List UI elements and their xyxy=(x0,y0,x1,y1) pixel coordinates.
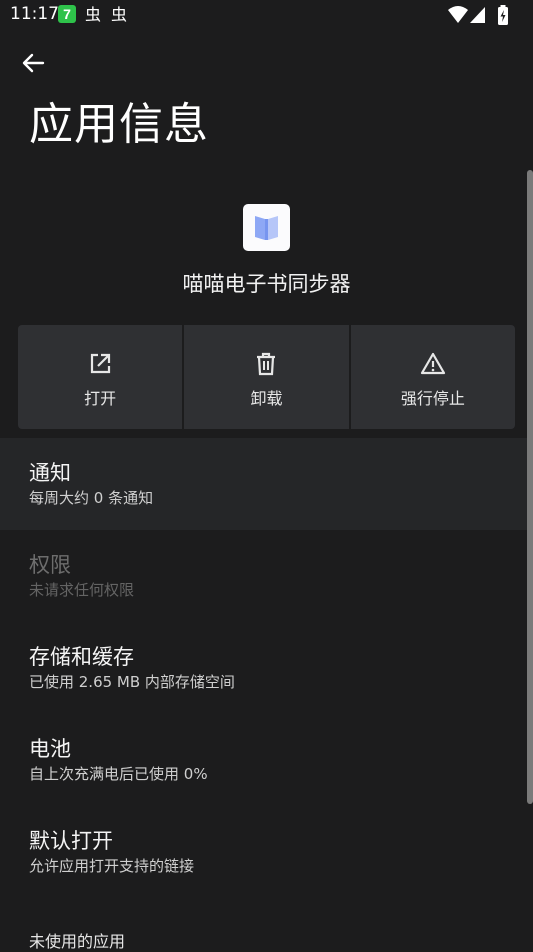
app-notification-icon: 7 xyxy=(58,5,76,23)
battery-item[interactable]: 电池 自上次充满电后已使用 0% xyxy=(0,714,527,806)
unused-apps-section-title: 未使用的应用 xyxy=(29,932,126,951)
uninstall-button[interactable]: 卸载 xyxy=(184,325,349,429)
svg-text:7: 7 xyxy=(63,6,71,22)
permissions-item[interactable]: 权限 未请求任何权限 xyxy=(0,530,527,622)
settings-list: 通知 每周大约 0 条通知 权限 未请求任何权限 存储和缓存 已使用 2.65 … xyxy=(0,438,527,898)
open-external-icon xyxy=(91,353,111,374)
app-icon xyxy=(243,204,290,251)
storage-title: 存储和缓存 xyxy=(29,645,134,669)
warning-icon xyxy=(420,352,445,375)
storage-item[interactable]: 存储和缓存 已使用 2.65 MB 内部存储空间 xyxy=(0,622,527,714)
svg-text:虫: 虫 xyxy=(111,5,127,23)
status-bar: 11:17 7 虫 虫 xyxy=(0,0,533,30)
action-buttons: 打开 卸载 强行停止 xyxy=(18,325,515,429)
status-time: 11:17 xyxy=(10,4,59,24)
uninstall-button-label: 卸载 xyxy=(250,389,283,408)
bug-icon: 虫 xyxy=(110,5,128,24)
force-stop-button[interactable]: 强行停止 xyxy=(350,325,515,429)
battery-subtitle: 自上次充满电后已使用 0% xyxy=(29,765,208,783)
storage-subtitle: 已使用 2.65 MB 内部存储空间 xyxy=(29,673,235,691)
permissions-subtitle: 未请求任何权限 xyxy=(29,581,135,599)
notifications-title: 通知 xyxy=(29,461,71,485)
notifications-item[interactable]: 通知 每周大约 0 条通知 xyxy=(0,438,527,530)
notifications-subtitle: 每周大约 0 条通知 xyxy=(29,489,154,507)
bug-icon: 虫 xyxy=(84,5,102,24)
book-icon xyxy=(255,216,278,240)
open-by-default-title: 默认打开 xyxy=(29,829,113,853)
open-button-label: 打开 xyxy=(84,389,117,408)
open-button[interactable]: 打开 xyxy=(18,325,183,429)
battery-charging-icon xyxy=(498,5,508,25)
trash-icon xyxy=(257,352,276,376)
open-by-default-item[interactable]: 默认打开 允许应用打开支持的链接 xyxy=(0,806,527,898)
scrollbar[interactable] xyxy=(527,170,533,804)
force-stop-button-label: 强行停止 xyxy=(400,389,465,408)
wifi-icon xyxy=(448,6,468,23)
app-name: 喵喵电子书同步器 xyxy=(182,272,351,296)
battery-title: 电池 xyxy=(29,737,71,761)
open-by-default-subtitle: 允许应用打开支持的链接 xyxy=(29,857,195,875)
page-title: 应用信息 xyxy=(29,99,209,150)
svg-text:虫: 虫 xyxy=(85,5,101,23)
arrow-back-icon[interactable] xyxy=(16,46,50,80)
cell-signal-icon xyxy=(470,7,485,23)
permissions-title: 权限 xyxy=(29,553,71,577)
